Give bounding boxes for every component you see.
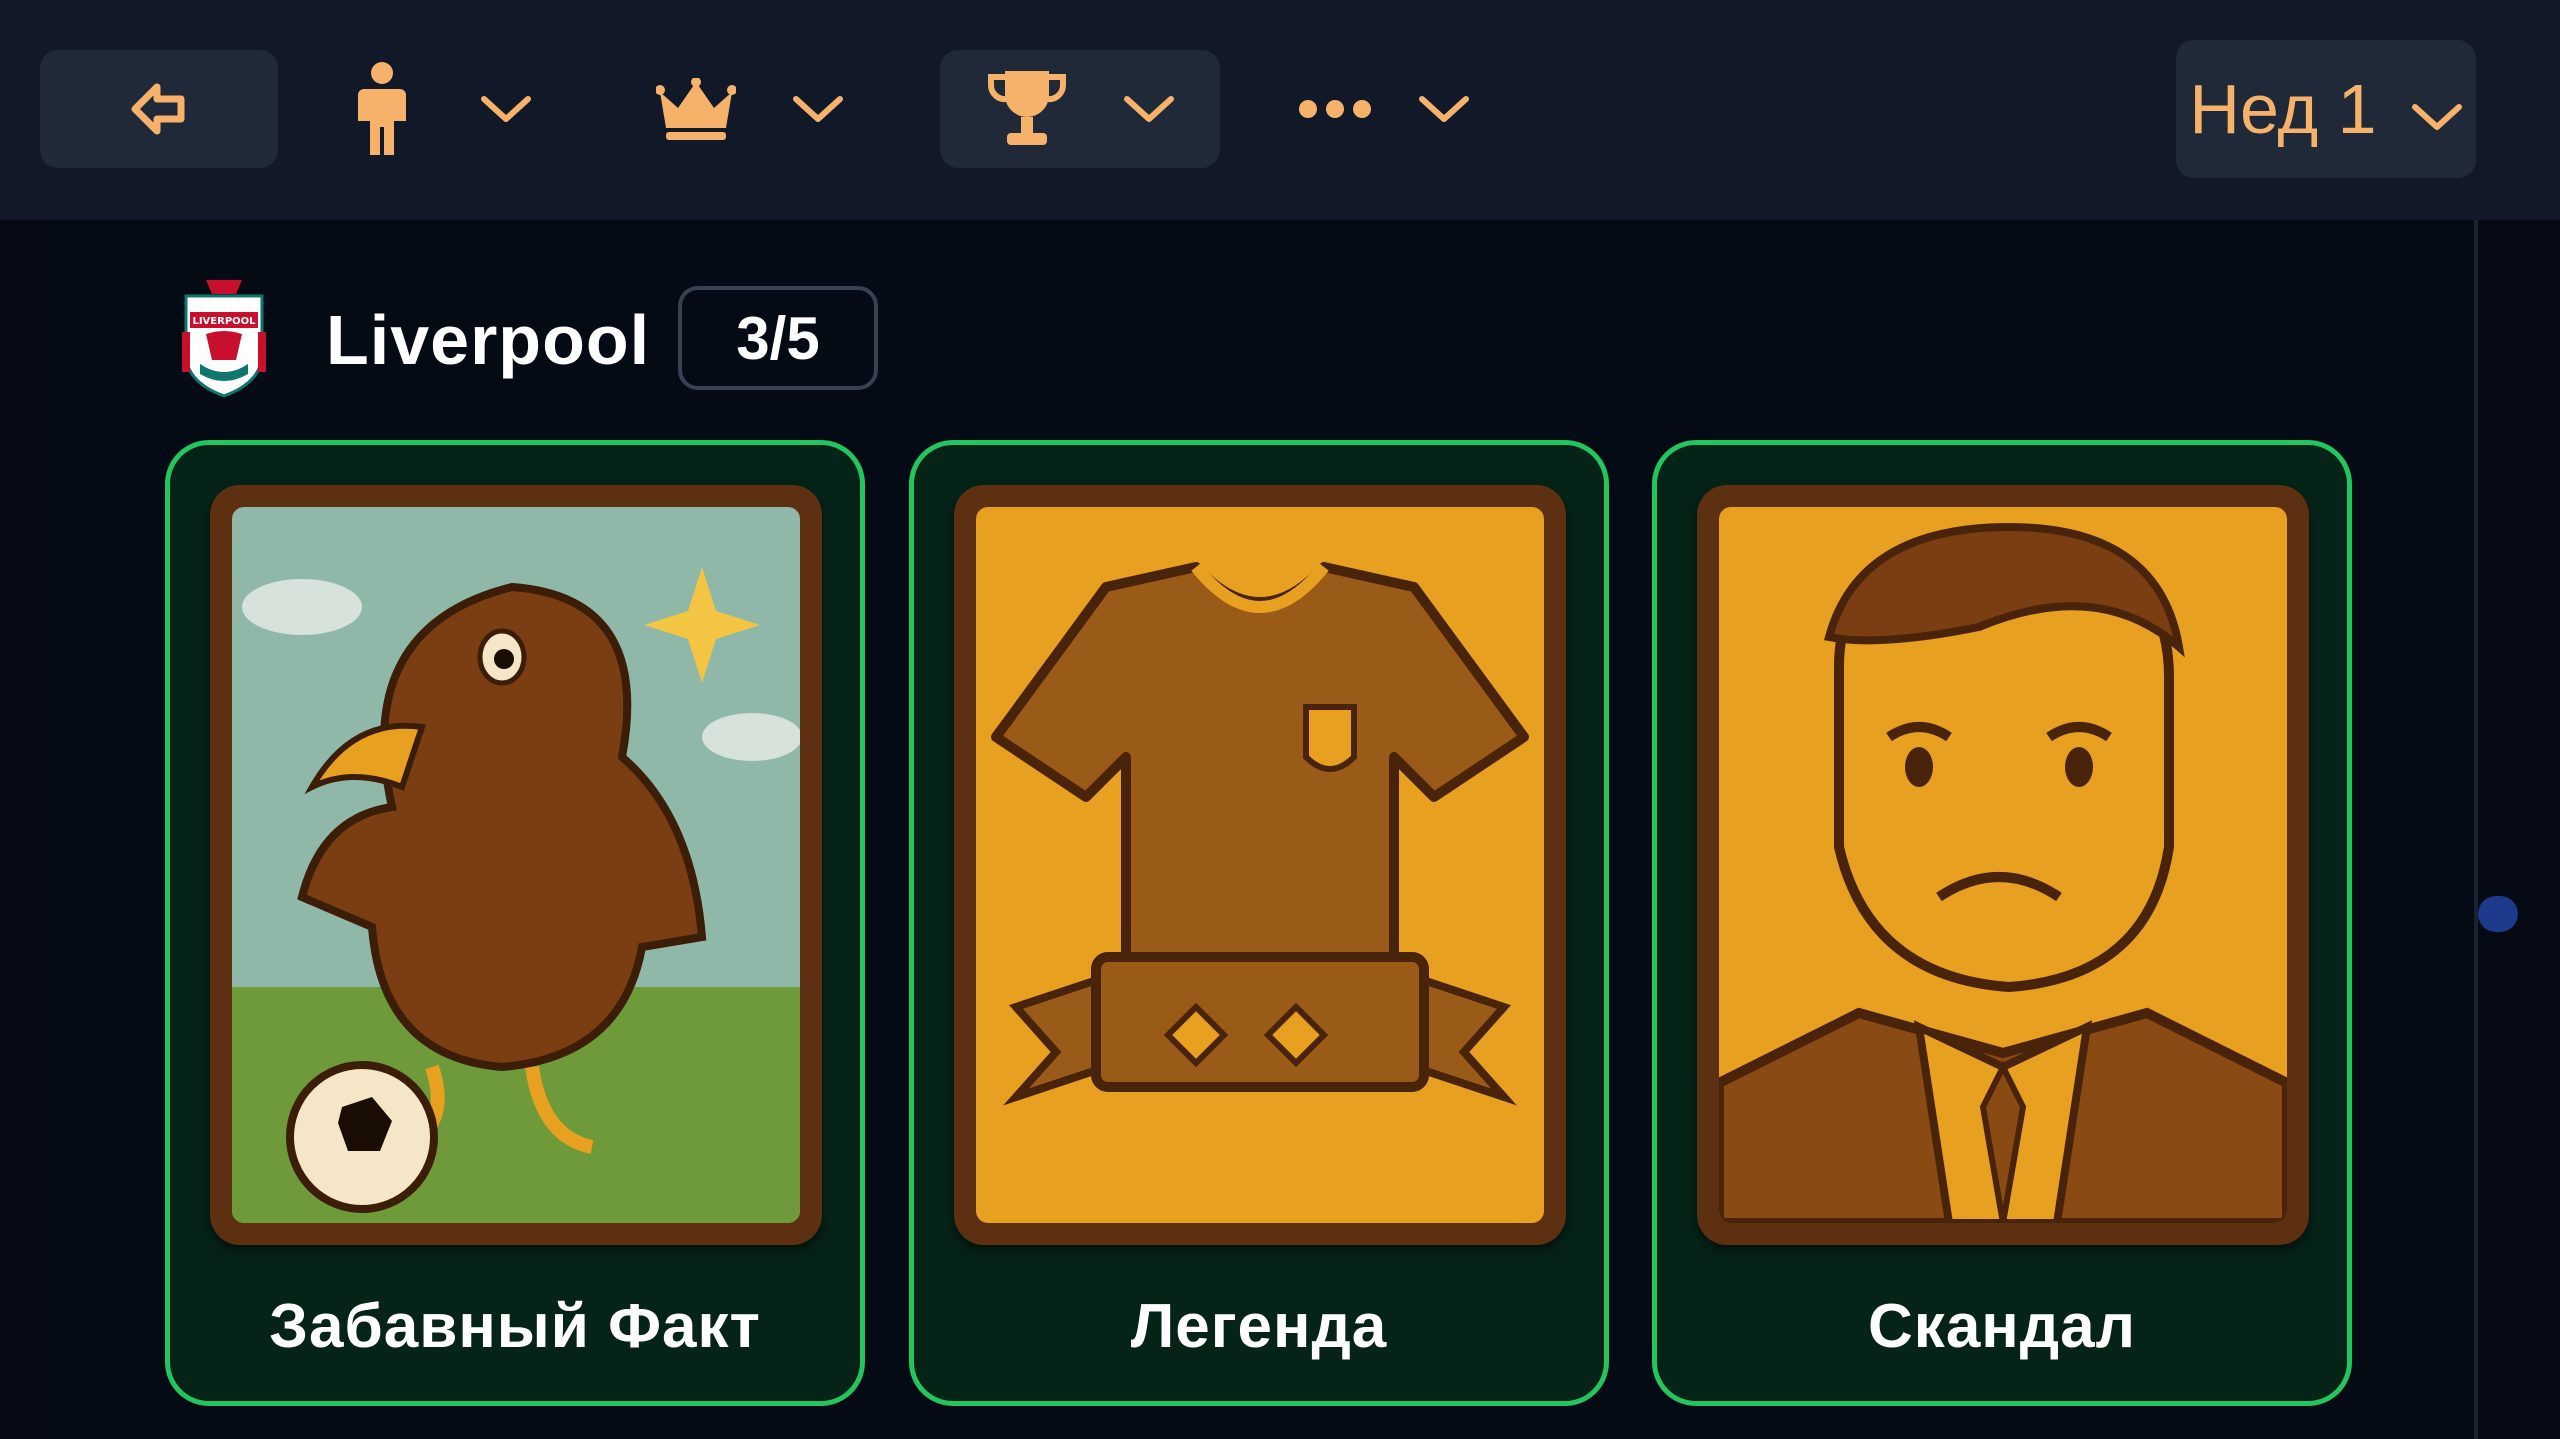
progress-count-badge: 3/5 [678, 286, 878, 390]
jersey-card-art [954, 485, 1566, 1245]
scrollbar-thumb[interactable] [2478, 896, 2518, 932]
week-label: Нед 1 [2189, 70, 2377, 148]
chevron-down-icon [2411, 69, 2463, 149]
crown-icon [656, 78, 736, 140]
more-options-button[interactable] [1298, 50, 1498, 168]
back-button[interactable] [40, 50, 278, 168]
card-legend[interactable]: Легенда [909, 440, 1609, 1406]
crown-filter-button[interactable] [656, 50, 876, 168]
card-scandal[interactable]: Скандал [1652, 440, 2352, 1406]
team-crest: LIVERPOOL [176, 276, 272, 400]
back-arrow-icon [129, 79, 189, 139]
scrollbar-track[interactable] [2474, 220, 2478, 1439]
player-filter-button[interactable] [330, 50, 562, 168]
trophy-filter-button[interactable] [940, 50, 1220, 168]
more-dots-icon [1298, 99, 1372, 119]
card-label: Забавный Факт [269, 1292, 761, 1361]
card-label: Легенда [1130, 1292, 1388, 1361]
card-label: Скандал [1868, 1292, 2136, 1361]
chevron-down-icon [792, 93, 844, 125]
chevron-down-icon [480, 93, 532, 125]
team-name: Liverpool [326, 301, 651, 379]
trophy-icon [985, 67, 1069, 151]
chevron-down-icon [1418, 93, 1470, 125]
crest-text: LIVERPOOL [192, 316, 256, 327]
week-select[interactable]: Нед 1 [2176, 40, 2476, 178]
card-fun-fact[interactable]: Забавный Факт [165, 440, 865, 1406]
person-icon [342, 61, 422, 157]
top-toolbar: Нед 1 [0, 0, 2560, 220]
chevron-down-icon [1123, 93, 1175, 125]
worried-man-card-art [1697, 485, 2309, 1245]
eagle-card-art [210, 485, 822, 1245]
